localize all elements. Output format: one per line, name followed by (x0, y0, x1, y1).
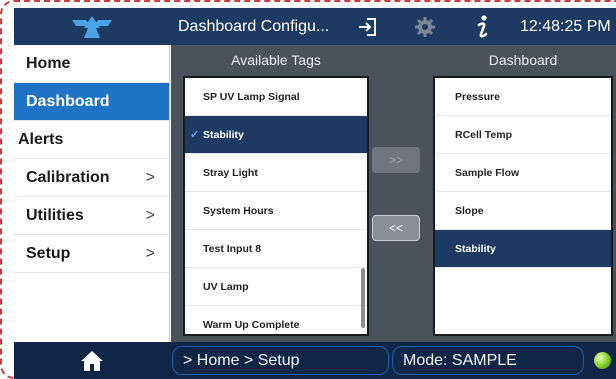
chevron-right-icon: > (145, 168, 155, 186)
list-item[interactable]: Slope (435, 192, 611, 230)
sidebar-item-calibration[interactable]: Calibration > (14, 159, 169, 197)
list-item-selected[interactable]: ✓ Stability (185, 116, 367, 154)
dashboard-config-panel: Available Tags Dashboard SP UV Lamp Sign… (171, 45, 616, 342)
chevron-right-icon: > (145, 206, 155, 224)
list-item[interactable]: Warm Up Complete (185, 306, 367, 334)
list-item-selected[interactable]: Stability (435, 230, 611, 268)
list-item[interactable]: SP UV Lamp Signal (185, 78, 367, 116)
sidebar-item-home[interactable]: Home (14, 45, 169, 83)
list-item[interactable]: Stray Light (185, 154, 367, 192)
sidebar-item-label: Home (26, 54, 71, 72)
sidebar-item-setup[interactable]: Setup > (14, 235, 169, 273)
sidebar-item-alerts[interactable]: Alerts (14, 121, 169, 159)
sidebar-item-label: Alerts (18, 130, 64, 148)
available-tags-header: Available Tags (231, 52, 321, 68)
list-item[interactable]: System Hours (185, 192, 367, 230)
info-icon[interactable] (454, 8, 512, 45)
sidebar-item-label: Utilities (26, 206, 84, 224)
teledyne-logo (14, 8, 170, 45)
gear-icon[interactable] (396, 8, 454, 45)
sidebar-item-label: Setup (26, 244, 71, 262)
remove-from-dashboard-button[interactable]: << (372, 215, 420, 241)
status-led-icon (594, 352, 611, 369)
list-item-label: Stability (203, 128, 244, 141)
dashboard-header: Dashboard (488, 52, 558, 68)
available-tags-list[interactable]: SP UV Lamp Signal ✓ Stability Stray Ligh… (183, 76, 369, 336)
status-bar: > Home > Setup Mode: SAMPLE (14, 342, 616, 379)
sidebar-item-label: Dashboard (26, 92, 110, 110)
list-item[interactable]: Sample Flow (435, 154, 611, 192)
check-icon: ✓ (190, 129, 200, 141)
clock: 12:48:25 PM (520, 17, 611, 35)
sidebar-item-dashboard[interactable]: Dashboard (14, 83, 169, 121)
home-icon (81, 350, 103, 371)
home-button[interactable] (14, 342, 170, 379)
sidebar-item-label: Calibration (26, 168, 110, 186)
window-title: Dashboard Configu... (178, 17, 330, 35)
sidebar: Home Dashboard Alerts Calibration > Util… (14, 45, 170, 342)
title-bar: Dashboard Configu... 12:48:25 PM (14, 8, 616, 45)
scrollbar[interactable] (361, 268, 365, 328)
mode-indicator: Mode: SAMPLE (392, 346, 584, 375)
list-item[interactable]: Test Input 8 (185, 230, 367, 268)
list-item[interactable]: Pressure (435, 78, 611, 116)
exit-icon[interactable] (338, 8, 396, 45)
add-to-dashboard-button[interactable]: >> (372, 147, 420, 173)
breadcrumb: > Home > Setup (172, 346, 389, 375)
list-item[interactable]: UV Lamp (185, 268, 367, 306)
dashboard-list[interactable]: Pressure RCell Temp Sample Flow Slope St… (433, 76, 613, 336)
sidebar-item-utilities[interactable]: Utilities > (14, 197, 169, 235)
list-item[interactable]: RCell Temp (435, 116, 611, 154)
chevron-right-icon: > (145, 244, 155, 262)
